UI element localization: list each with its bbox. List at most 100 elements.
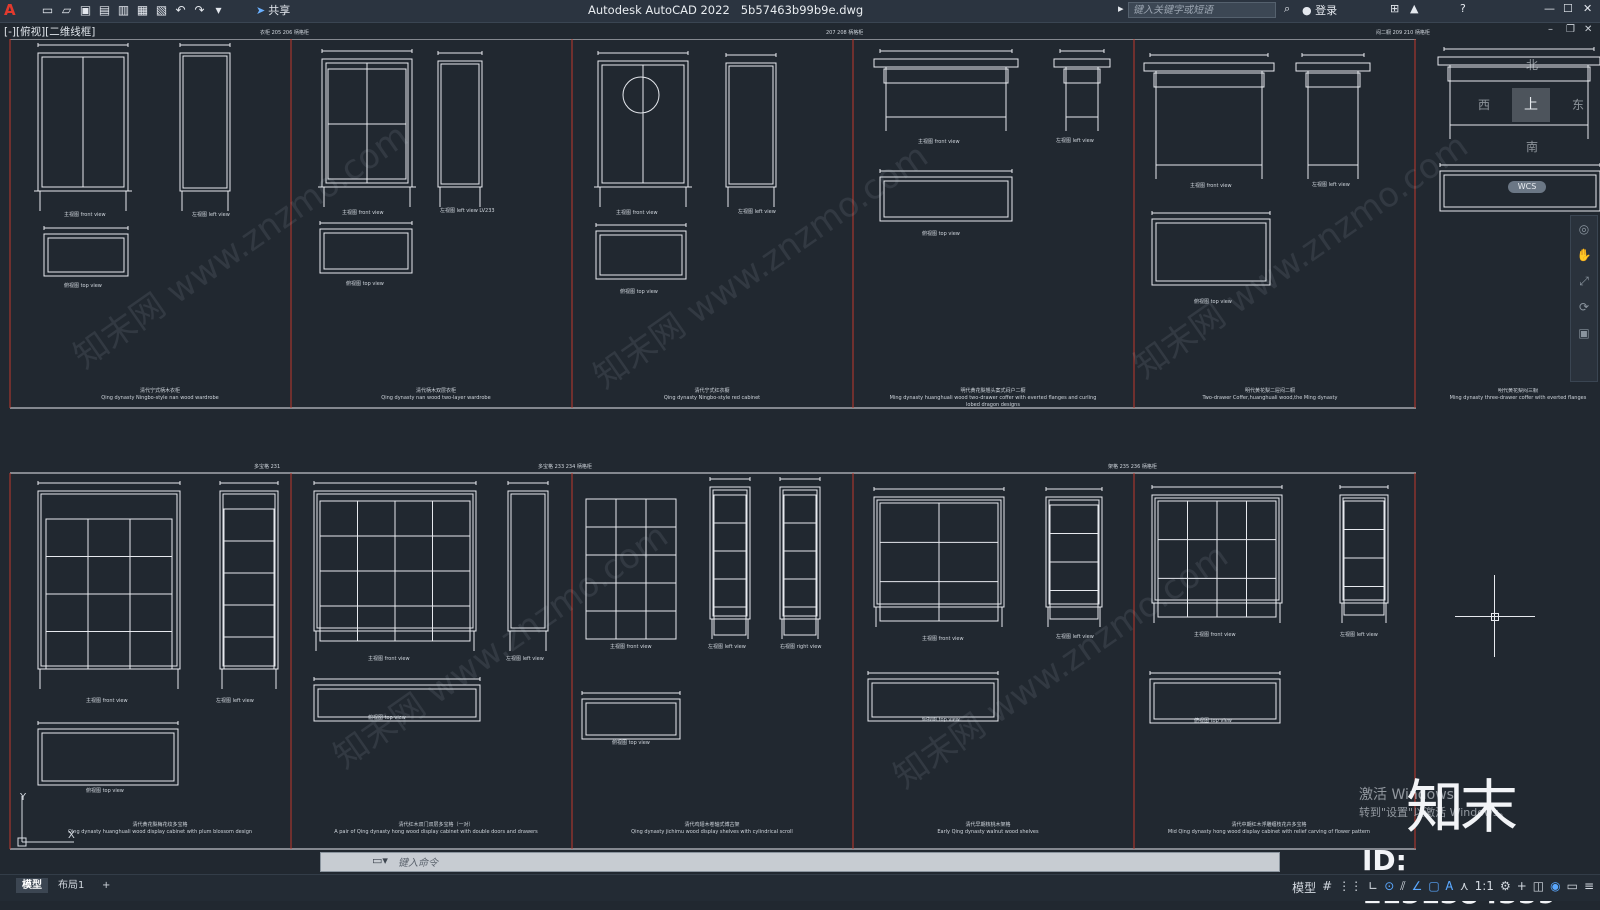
top-view-inner [1153,682,1277,720]
header-note: 207 208 柄格柜 [826,30,864,36]
wcs-menu[interactable]: WCS [1508,181,1546,193]
sheet-title: 清代中期红木浮雕缠枝花卉多宝格 Mid Qing dynasty hong woo… [1167,822,1371,835]
save-as-icon[interactable]: ▤ [97,2,112,18]
help-icon[interactable]: ? [1460,2,1466,15]
top-view-outline [319,228,413,274]
open-file-icon[interactable]: ▱ [59,2,74,18]
cart-icon[interactable]: ⊞ [1390,2,1399,15]
isolate-icon[interactable]: ◫ [1533,879,1544,896]
object-snap-tracking-icon[interactable]: ∠ [1412,879,1423,896]
cabinet-side-inner [712,489,748,617]
cabinet-side-inner [182,55,228,189]
view-label: 左视图 left view [738,209,776,215]
pan-icon[interactable]: ✋ [1571,242,1597,268]
header-note: 多宝格 231 [254,464,281,470]
viewport-restore-icon[interactable]: ❐ [1566,24,1575,35]
cabinet-side [779,486,821,620]
command-line[interactable] [320,852,1280,872]
view-label: 左视图 left view LV233 [440,208,495,214]
tab-layout1[interactable]: 布局1 [52,878,90,893]
customize-menu-icon[interactable]: ≡ [1584,879,1594,896]
new-file-icon[interactable]: ▭ [40,2,55,18]
redo-icon[interactable]: ↷ [192,2,207,18]
top-view-inner [41,732,175,782]
view-label: 俯视图 top view [922,231,960,237]
minimize-icon[interactable]: — [1544,2,1555,15]
steering-wheel-icon[interactable]: ◎ [1571,216,1597,242]
command-history-icon[interactable]: ▭▾ [372,854,388,867]
shelf-outline [713,494,747,636]
header-note: 闷二橱 209 210 柄格柜 [1376,30,1430,36]
close-icon[interactable]: ✕ [1583,2,1592,15]
save-icon[interactable]: ▣ [78,2,93,18]
view-label: 俯视图 top view [1194,718,1232,724]
customize-qat-icon[interactable]: ▾ [211,2,226,18]
showmotion-icon[interactable]: ▣ [1571,320,1597,346]
maximize-icon[interactable]: ☐ [1563,2,1573,15]
view-label: 左视图 left view [708,644,746,650]
cabinet-side-inner [440,63,480,185]
table-apron [883,68,1009,84]
view-label: 左视图 left view [1340,632,1378,638]
search-icon[interactable]: ⌕ [1284,2,1290,16]
lock-plate [622,76,660,114]
view-label: 主视图 front view [918,139,960,145]
annotation-scale[interactable]: 1:1 [1475,879,1494,896]
zoom-icon[interactable]: ⤢ [1571,268,1597,294]
annotation-visibility-icon[interactable]: Ꭺ [1446,879,1454,896]
brand-logo: 知末 [1406,773,1518,841]
viewport-label[interactable]: [-][俯视][二维线框] [4,24,95,39]
cabinet-side-inner [1342,497,1386,601]
tab-model[interactable]: 模型 [16,878,48,893]
auto-scale-icon[interactable]: ⋏ [1460,879,1469,896]
grid-icon[interactable]: # [1322,879,1332,896]
view-cube-south[interactable]: 南 [1526,138,1538,155]
plot-icon[interactable]: ▦ [135,2,150,18]
table-apron [1153,72,1265,88]
cabinet-side-inner [728,65,774,185]
ortho-icon[interactable]: ∟ [1368,879,1378,896]
polar-icon[interactable]: ⊙ [1384,879,1394,896]
share-button[interactable]: ➤ 共享 [256,2,290,18]
view-cube-north[interactable]: 北 [1526,56,1538,73]
view-label: 主视图 front view [1194,632,1236,638]
command-input[interactable]: 键入命令 [398,854,438,869]
viewport-minimize-icon[interactable]: – [1548,24,1553,35]
publish-icon[interactable]: ▥ [116,2,131,18]
drawing-canvas[interactable]: 知末网 www.znzmo.com 知末网 www.znzmo.com 知末网 … [0,30,1600,852]
expand-icon[interactable]: ▸ [1118,2,1124,15]
status-toolbar: 模型 # ⋮⋮ ∟ ⊙ ⫽ ∠ ▢ Ꭺ ⋏ 1:1 ⚙ + ◫ ◉ ▭ ≡ [1292,879,1594,896]
undo-icon[interactable]: ↶ [173,2,188,18]
navigation-bar[interactable]: ◎ ✋ ⤢ ⟳ ▣ [1570,215,1598,382]
login-button[interactable]: ● 登录 [1302,2,1337,18]
view-cube[interactable]: 上 北 西 东 南 [1476,50,1586,160]
view-label: 俯视图 top view [86,788,124,794]
view-label: 俯视图 top view [64,283,102,289]
table-top [1295,62,1371,72]
autocad-logo-icon[interactable]: A [4,1,16,19]
tab-add-layout[interactable]: + [96,878,116,893]
isodraft-icon[interactable]: ⫽ [1400,879,1405,896]
model-space-button[interactable]: 模型 [1292,879,1316,896]
viewport-close-icon[interactable]: ✕ [1584,24,1592,35]
view-label: 主视图 front view [342,210,384,216]
cabinet-side [219,490,279,670]
a360-icon[interactable]: ▲ [1410,2,1418,15]
view-label: 俯视图 top view [922,717,960,723]
search-input[interactable]: 键入关键字或短语 [1128,2,1276,18]
view-label: 左视图 left view [216,698,254,704]
crosshair-pickbox [1491,613,1499,621]
add-icon[interactable]: + [1517,879,1527,896]
fullscreen-icon[interactable]: ▭ [1567,879,1578,896]
snap-icon[interactable]: ⋮⋮ [1338,879,1362,896]
view-cube-west[interactable]: 西 [1478,96,1490,113]
orbit-icon[interactable]: ⟳ [1571,294,1597,320]
hardware-accel-icon[interactable]: ◉ [1550,879,1560,896]
view-cube-top-face[interactable]: 上 [1512,88,1550,122]
print-icon[interactable]: ▧ [154,2,169,18]
sheet-title: 清代红木双门双层多宝格（一对） A pair of Qing dynasty ho… [334,822,538,835]
view-label: 左视图 left view [1056,634,1094,640]
settings-gear-icon[interactable]: ⚙ [1500,879,1511,896]
view-cube-east[interactable]: 东 [1572,96,1584,113]
object-snap-icon[interactable]: ▢ [1428,879,1439,896]
